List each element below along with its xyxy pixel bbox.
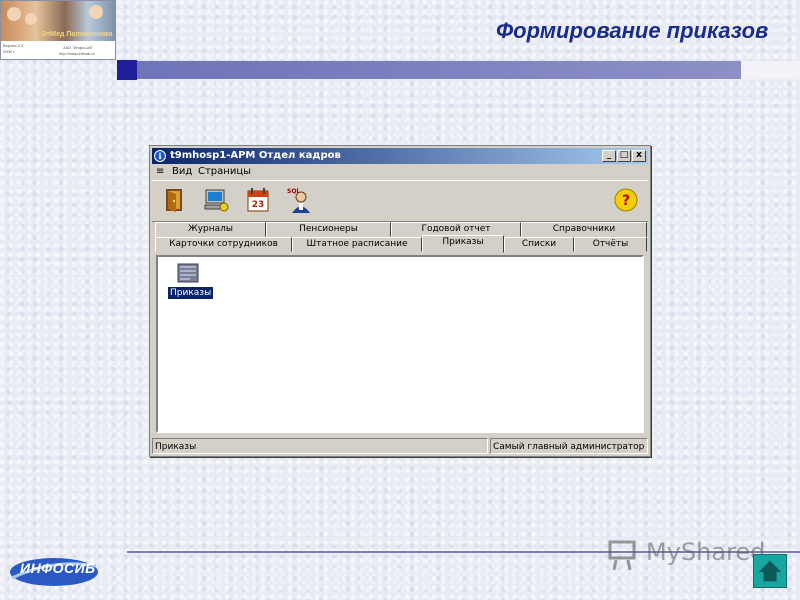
calendar-day: 23	[252, 200, 265, 210]
footer-brand: ИНФОСИБ	[20, 560, 96, 576]
status-left: Приказы	[152, 438, 488, 454]
tab-directories[interactable]: Справочники	[521, 222, 647, 237]
presentation-icon	[608, 540, 636, 571]
doctor-face-icon	[89, 5, 103, 19]
tab-pensioners[interactable]: Пенсионеры	[266, 222, 391, 237]
computer-icon[interactable]	[202, 186, 230, 214]
logo-brand: ЭлМед Поликлиника	[41, 31, 113, 38]
tab-staff-schedule[interactable]: Штатное расписание	[292, 237, 422, 252]
person-face-icon	[7, 7, 21, 21]
calendar-icon[interactable]: 23	[244, 186, 272, 214]
tab-orders[interactable]: Приказы	[422, 235, 504, 253]
orders-folder-icon[interactable]	[176, 261, 200, 285]
status-bar: Приказы Самый главный администратор	[152, 438, 648, 454]
menu-bar: ≡ Вид Страницы	[152, 164, 648, 180]
logo-company: ЗАО "ИнфоСиб"	[63, 45, 94, 50]
status-user: Самый главный администратор	[490, 438, 648, 454]
sql-user-icon[interactable]: SQL	[286, 186, 314, 214]
door-icon[interactable]	[160, 186, 188, 214]
tab-employee-cards[interactable]: Карточки сотрудников	[155, 237, 292, 252]
home-nav-button[interactable]	[753, 554, 787, 588]
header-stripe	[137, 61, 741, 79]
orders-panel: Приказы	[156, 255, 644, 433]
window-title: t9mhosp1-АРМ Отдел кадров	[170, 150, 341, 161]
help-icon[interactable]: ?	[612, 186, 640, 214]
header-stripe-end	[741, 61, 800, 79]
page-title: Формирование приказов	[496, 18, 769, 43]
slide-marker	[117, 60, 137, 80]
window-title-bar[interactable]: i t9mhosp1-АРМ Отдел кадров _ □ x	[152, 148, 648, 164]
home-icon	[758, 560, 782, 582]
tab-journals[interactable]: Журналы	[155, 222, 266, 237]
logo-url: http://www.infosib.ru	[59, 51, 95, 56]
help-glyph: ?	[622, 193, 630, 209]
close-button[interactable]: x	[632, 150, 646, 162]
orders-item-label[interactable]: Приказы	[168, 287, 214, 299]
minimize-button[interactable]: _	[602, 150, 616, 162]
menu-view[interactable]: Вид	[172, 164, 192, 180]
logo-version: Версия 2.0	[3, 43, 24, 48]
app-window: i t9mhosp1-АРМ Отдел кадров _ □ x ≡ Вид …	[149, 145, 651, 457]
info-icon: i	[154, 150, 166, 162]
logo-tile: ЭлМед Поликлиника Версия 2.0 2006 г. ЗАО…	[0, 0, 116, 60]
window-controls: _ □ x	[601, 150, 646, 162]
person-face-icon	[25, 13, 37, 25]
logo-year: 2006 г.	[3, 49, 16, 54]
watermark: MyShared	[646, 538, 766, 566]
menu-pages[interactable]: Страницы	[198, 164, 251, 180]
toolbar: 23 SQL ?	[152, 180, 648, 222]
system-menu-icon[interactable]: ≡	[156, 164, 164, 180]
tab-lists[interactable]: Списки	[504, 237, 574, 252]
tab-reports[interactable]: Отчёты	[574, 237, 647, 252]
maximize-button[interactable]: □	[617, 150, 631, 162]
